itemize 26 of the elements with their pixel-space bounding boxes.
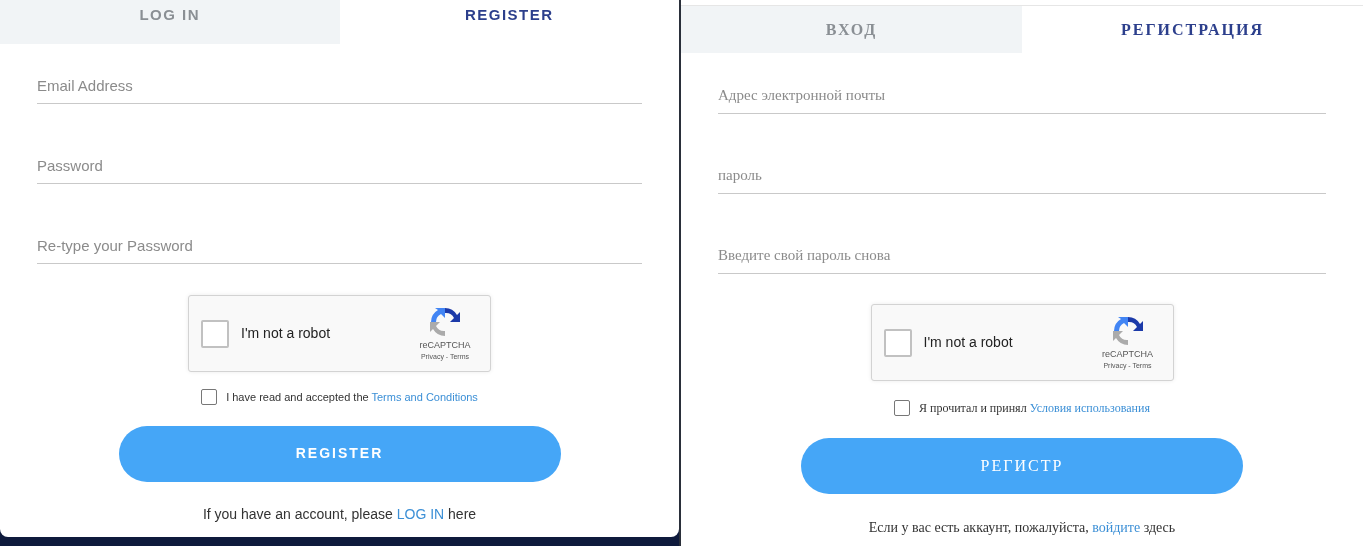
login-link[interactable]: LOG IN [396,505,445,522]
input-field[interactable]: Password [37,148,642,184]
register-button[interactable]: РЕГИСТР [801,438,1243,494]
terms-checkbox[interactable] [894,400,911,416]
captcha-checkbox[interactable] [883,328,912,357]
input-field[interactable]: Re-type your Password [37,228,642,264]
terms-link[interactable]: Условия использования [1029,401,1150,415]
footer-text: Если у вас есть аккаунт, пожалуйста, войдите здесь [868,519,1176,537]
input-field[interactable]: Введите свой пароль снова [718,238,1326,274]
captcha-checkbox[interactable] [201,319,229,348]
terms-link[interactable]: Terms and Conditions [371,391,478,403]
footer-text: If you have an account, please LOG IN here [202,504,477,524]
captcha-label: I'm not a robot [241,324,332,343]
terms-text: Я прочитал и принял Условия использования [919,400,1150,417]
input-field[interactable]: Email Address [37,68,642,104]
terms-checkbox[interactable] [201,389,218,406]
captcha-brand: reCAPTCHA [1102,347,1153,361]
input-field[interactable]: пароль [718,158,1326,194]
captcha-label: I'm not a robot [923,333,1014,352]
captcha-brand: reCAPTCHA [419,338,471,352]
tab[interactable]: ВХОД [681,6,1022,53]
terms-text: I have read and accepted the Terms and Conditions [226,390,478,405]
login-link[interactable]: войдите [1092,520,1141,535]
input-field[interactable]: Адрес электронной почты [718,78,1326,114]
register-button[interactable]: REGISTER [118,425,561,482]
tab[interactable]: LOG IN [0,0,340,44]
